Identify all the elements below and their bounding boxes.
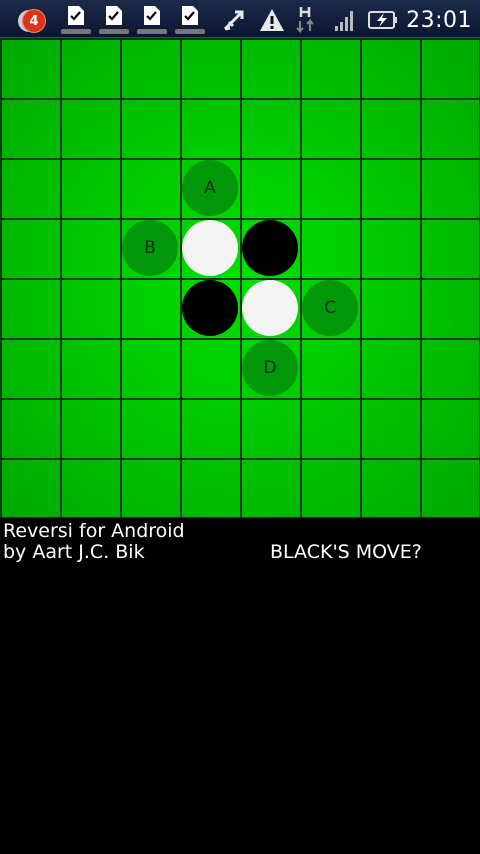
board-cell[interactable] [0, 158, 60, 218]
board-cell[interactable] [0, 98, 60, 158]
notification-count: 4 [22, 9, 46, 33]
board-cell[interactable] [60, 158, 120, 218]
game-board[interactable]: AB CD [0, 38, 480, 518]
board-cell[interactable] [360, 458, 420, 518]
move-hint-b[interactable]: B [122, 220, 178, 276]
board-cell[interactable] [420, 38, 480, 98]
board-cell[interactable] [0, 398, 60, 458]
board-cell[interactable] [420, 218, 480, 278]
status-bar-system: 23:01 [294, 4, 472, 36]
board-cell[interactable] [60, 278, 120, 338]
board-cell[interactable] [0, 218, 60, 278]
turn-indicator: BLACK'S MOVE? [270, 541, 422, 563]
usb-debug-icon [223, 10, 244, 31]
move-hint-a[interactable]: A [182, 160, 238, 216]
board-cell[interactable] [240, 458, 300, 518]
status-bar-notifications: 4 [18, 4, 296, 36]
board-cell[interactable] [60, 218, 120, 278]
board-cell[interactable] [240, 398, 300, 458]
board-cell[interactable] [0, 458, 60, 518]
board-cell[interactable] [120, 38, 180, 98]
hsdpa-data-icon [296, 7, 314, 34]
board-cell[interactable] [120, 278, 180, 338]
download-complete-icon [98, 4, 130, 36]
app-title: Reversi for Android [3, 520, 185, 542]
warning-icon [260, 9, 284, 31]
board-cell[interactable] [60, 338, 120, 398]
board-cell[interactable] [60, 98, 120, 158]
board-cell[interactable] [240, 158, 300, 218]
black-disc [182, 280, 238, 336]
board-cell[interactable] [300, 38, 360, 98]
download-complete-icon [174, 4, 206, 36]
board-cell[interactable] [0, 278, 60, 338]
board-cell[interactable] [420, 98, 480, 158]
clock: 23:01 [406, 7, 472, 33]
board-cell[interactable] [120, 458, 180, 518]
board-cell[interactable] [120, 158, 180, 218]
status-bar: 4 23:01 [0, 0, 480, 38]
board-cell[interactable] [360, 338, 420, 398]
board-cell[interactable] [420, 278, 480, 338]
board-cell[interactable] [420, 158, 480, 218]
board-cell[interactable] [120, 98, 180, 158]
board-cell[interactable] [300, 98, 360, 158]
board-cell[interactable] [300, 338, 360, 398]
board-cell[interactable] [60, 398, 120, 458]
board-cell[interactable] [420, 398, 480, 458]
board-cell[interactable] [240, 98, 300, 158]
board-cell[interactable] [360, 278, 420, 338]
board-cell[interactable] [360, 218, 420, 278]
board-cell[interactable] [60, 458, 120, 518]
notification-bubble-icon[interactable]: 4 [18, 6, 46, 34]
board-cell[interactable] [360, 38, 420, 98]
board-cell[interactable] [60, 38, 120, 98]
board-cell[interactable] [300, 458, 360, 518]
board-cell[interactable] [360, 398, 420, 458]
board-cell[interactable] [180, 458, 240, 518]
signal-strength-icon [335, 11, 354, 31]
board-cell[interactable] [180, 38, 240, 98]
board-cell[interactable] [420, 458, 480, 518]
board-cell[interactable] [360, 158, 420, 218]
board-cell[interactable] [180, 98, 240, 158]
move-hint-c[interactable]: C [302, 280, 358, 336]
white-disc [182, 220, 238, 276]
move-hint-d[interactable]: D [242, 340, 298, 396]
black-disc [242, 220, 298, 276]
white-disc [242, 280, 298, 336]
board-cell[interactable] [0, 338, 60, 398]
board-cell[interactable] [120, 398, 180, 458]
board-cell[interactable] [360, 98, 420, 158]
download-complete-icon [136, 4, 168, 36]
board-cell[interactable] [0, 38, 60, 98]
board-cell[interactable] [300, 398, 360, 458]
download-complete-icon [60, 4, 92, 36]
app-author: by Aart J.C. Bik [3, 541, 145, 563]
board-cell[interactable] [300, 158, 360, 218]
board-cell[interactable] [180, 398, 240, 458]
board-cell[interactable] [180, 338, 240, 398]
board-cell[interactable] [420, 338, 480, 398]
board-cell[interactable] [120, 338, 180, 398]
board-cell[interactable] [300, 218, 360, 278]
battery-charging-icon [368, 11, 398, 29]
board-cell[interactable] [240, 38, 300, 98]
